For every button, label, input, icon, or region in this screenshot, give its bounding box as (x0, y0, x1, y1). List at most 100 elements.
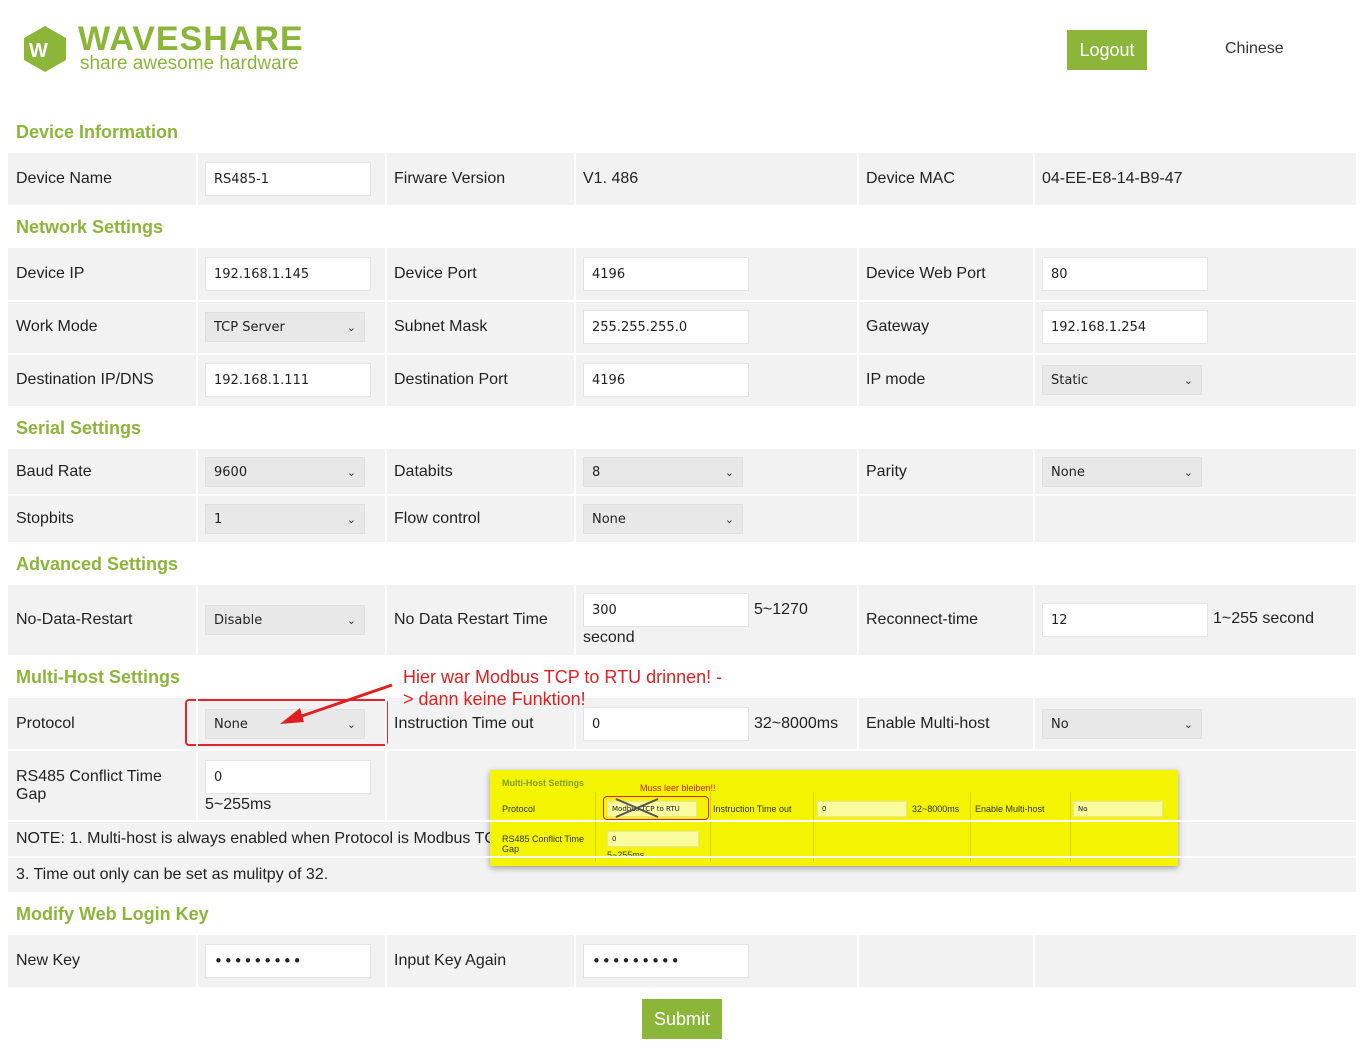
stopbits-label: Stopbits (16, 510, 74, 527)
chevron-down-icon: ⌄ (1183, 717, 1193, 731)
device-name-label: Device Name (16, 170, 113, 187)
flow-value: None (592, 511, 626, 527)
no-data-restart-select[interactable]: Disable ⌄ (205, 605, 365, 635)
section-title-device-info: Device Information (16, 122, 179, 142)
brand-tagline: share awesome hardware (80, 53, 299, 74)
conflict-label-line2: Gap (16, 786, 47, 803)
conflict-range: 5~255ms (205, 796, 272, 813)
inset-protocol-label: Protocol (502, 804, 536, 814)
svg-text:W: W (29, 40, 48, 62)
key-again-label: Input Key Again (394, 952, 507, 969)
annotation-arrow-icon (280, 683, 393, 724)
inset-screenshot: Multi-Host Settings Muss leer bleiben!! … (490, 770, 1178, 866)
inset-timeout-label: Instruction Time out (713, 804, 792, 814)
dest-port-input[interactable]: 4196 (583, 363, 749, 397)
baud-value: 9600 (214, 464, 248, 480)
chevron-down-icon: ⌄ (346, 613, 356, 627)
parity-select[interactable]: None ⌄ (1042, 457, 1202, 487)
logout-button[interactable]: Logout (1067, 30, 1147, 70)
reconnect-range: 1~255 second (1213, 610, 1314, 627)
web-port-label: Device Web Port (866, 265, 986, 282)
device-ip-label: Device IP (16, 265, 85, 282)
mac-label: Device MAC (866, 170, 955, 187)
section-title-login-key: Modify Web Login Key (16, 904, 209, 924)
new-key-input[interactable]: ••••••••• (205, 944, 371, 978)
submit-button[interactable]: Submit (642, 999, 722, 1039)
annotation-text: Hier war Modbus TCP to RTU drinnen! - > … (403, 666, 763, 710)
no-data-restart-label: No-Data-Restart (16, 611, 133, 628)
timeout-range: 32~8000ms (754, 715, 839, 732)
inset-note: Muss leer bleiben!! (640, 783, 716, 793)
firmware-value: V1. 486 (583, 170, 639, 187)
databits-value: 8 (592, 464, 601, 480)
inset-conflict-label-2: Gap (502, 844, 520, 854)
annotation-line1: Hier war Modbus TCP to RTU drinnen! - (403, 667, 723, 687)
device-port-input[interactable]: 4196 (583, 257, 749, 291)
databits-select[interactable]: 8 ⌄ (583, 457, 743, 487)
inset-enable-label: Enable Multi-host (975, 804, 1045, 814)
multihost-note-3: 3. Time out only can be set as mulitpy o… (16, 866, 329, 883)
parity-label: Parity (866, 463, 907, 480)
dest-ip-input[interactable]: 192.168.1.111 (205, 363, 371, 397)
inset-conflict-range: 5~255ms (607, 850, 645, 860)
reconnect-input[interactable]: 12 (1042, 603, 1208, 637)
ip-mode-value: Static (1051, 372, 1089, 388)
parity-value: None (1051, 464, 1085, 480)
flow-label: Flow control (394, 510, 481, 527)
annotation-line2: > dann keine Funktion! (403, 689, 586, 709)
section-title-advanced: Advanced Settings (16, 554, 179, 574)
protocol-label: Protocol (16, 715, 75, 732)
chevron-down-icon: ⌄ (346, 512, 356, 526)
timeout-input[interactable]: 0 (583, 707, 749, 741)
waveshare-logo-icon: W (20, 24, 70, 74)
gateway-input[interactable]: 192.168.1.254 (1042, 310, 1208, 344)
chevron-down-icon: ⌄ (346, 465, 356, 479)
new-key-label: New Key (16, 952, 81, 969)
conflict-input[interactable]: 0 (205, 760, 371, 794)
language-link-chinese[interactable]: Chinese (1225, 40, 1284, 58)
stopbits-value: 1 (214, 511, 223, 527)
restart-time-label: No Data Restart Time (394, 611, 548, 628)
inset-conflict-input: 0 (607, 831, 699, 847)
key-again-input[interactable]: ••••••••• (583, 944, 749, 978)
flow-select[interactable]: None ⌄ (583, 504, 743, 534)
device-name-input[interactable]: RS485-1 (205, 162, 371, 196)
dest-ip-label: Destination IP/DNS (16, 371, 154, 388)
inset-conflict-label-1: RS485 Conflict Time (502, 834, 585, 844)
enable-multihost-select[interactable]: No ⌄ (1042, 709, 1202, 739)
chevron-down-icon: ⌄ (1183, 465, 1193, 479)
chevron-down-icon: ⌄ (1183, 373, 1193, 387)
work-mode-select[interactable]: TCP Server ⌄ (205, 312, 365, 342)
ip-mode-label: IP mode (866, 371, 926, 388)
inset-timeout-input: 0 (817, 801, 907, 817)
work-mode-label: Work Mode (16, 318, 98, 335)
enable-multihost-label: Enable Multi-host (866, 715, 990, 732)
restart-time-input[interactable]: 300 (583, 593, 749, 627)
stopbits-select[interactable]: 1 ⌄ (205, 504, 365, 534)
firmware-label: Firware Version (394, 170, 506, 187)
subnet-input[interactable]: 255.255.255.0 (583, 310, 749, 344)
no-data-restart-value: Disable (214, 612, 263, 628)
databits-label: Databits (394, 463, 453, 480)
mac-value: 04-EE-E8-14-B9-47 (1042, 170, 1183, 187)
enable-multihost-value: No (1051, 716, 1069, 732)
subnet-label: Subnet Mask (394, 318, 488, 335)
restart-time-unit: second (583, 629, 635, 646)
gateway-label: Gateway (866, 318, 930, 335)
conflict-label-line1: RS485 Conflict Time (16, 768, 162, 785)
inset-cross-icon (615, 798, 659, 818)
inset-title: Multi-Host Settings (502, 778, 584, 788)
reconnect-label: Reconnect-time (866, 611, 979, 628)
multihost-note-1: NOTE: 1. Multi-host is always enabled wh… (16, 830, 496, 847)
device-ip-input[interactable]: 192.168.1.145 (205, 257, 371, 291)
section-title-serial: Serial Settings (16, 418, 142, 438)
timeout-label: Instruction Time out (394, 715, 534, 732)
section-title-multihost: Multi-Host Settings (16, 667, 180, 687)
chevron-down-icon: ⌄ (346, 320, 356, 334)
device-port-label: Device Port (394, 265, 477, 282)
section-title-network: Network Settings (16, 217, 164, 237)
ip-mode-select[interactable]: Static ⌄ (1042, 365, 1202, 395)
baud-select[interactable]: 9600 ⌄ (205, 457, 365, 487)
baud-label: Baud Rate (16, 463, 92, 480)
web-port-input[interactable]: 80 (1042, 257, 1208, 291)
